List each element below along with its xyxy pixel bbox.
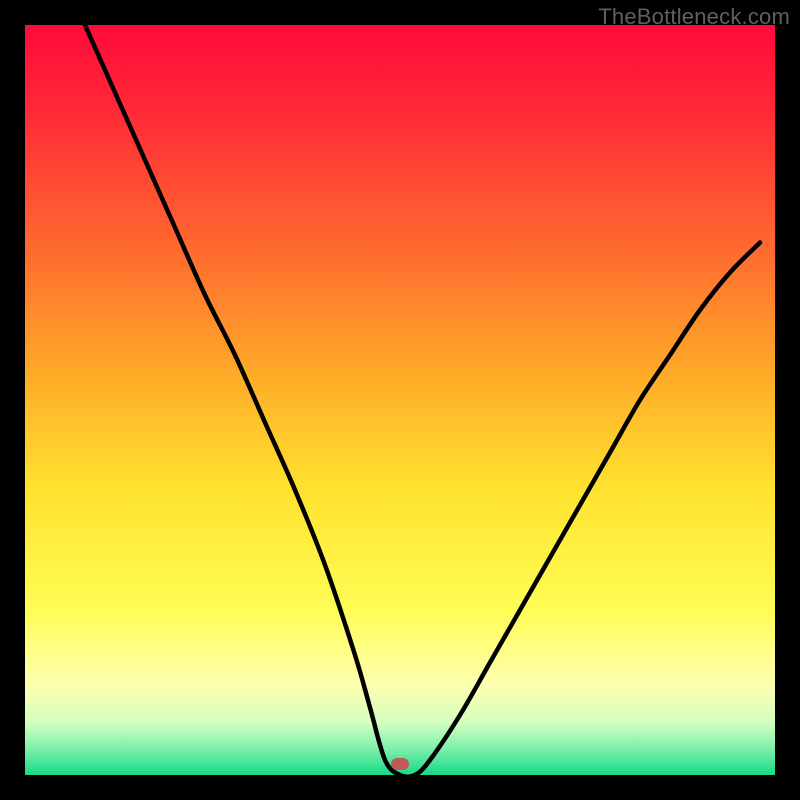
- chart-frame: TheBottleneck.com: [0, 0, 800, 800]
- optimum-marker: [391, 758, 409, 770]
- bottleneck-curve: [25, 25, 775, 775]
- plot-area: [25, 25, 775, 775]
